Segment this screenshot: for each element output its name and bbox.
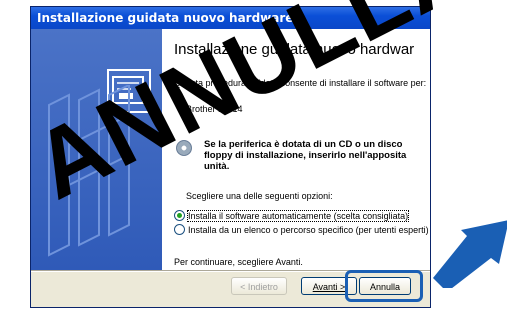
wizard-side-panel <box>31 29 162 270</box>
cd-prompt-text: Se la periferica è dotata di un CD o un … <box>204 139 407 172</box>
choose-option-text: Scegliere una delle seguenti opzioni: <box>186 191 333 201</box>
intro-text: Questa procedura guidata consente di ins… <box>174 78 427 88</box>
back-button[interactable]: < Indietro <box>231 277 287 295</box>
option-manual-label: Installa da un elenco o percorso specifi… <box>188 225 429 235</box>
device-name: Brother HL-14 <box>186 104 243 114</box>
page-title: Installazione guidata nuovo hardwar <box>174 41 415 58</box>
pointer-arrow-icon <box>433 220 507 288</box>
option-install-from-list[interactable]: Installa da un elenco o percorso specifi… <box>174 224 429 236</box>
decorative-circuit-graphic <box>48 85 130 257</box>
wizard-content: Installazione guidata nuovo hardwar Ques… <box>162 29 430 270</box>
cd-icon <box>176 140 192 156</box>
cancel-highlight-box <box>345 270 423 302</box>
radio-icon-selected[interactable] <box>174 210 185 222</box>
next-button-label: Avanti > <box>312 282 346 292</box>
footer-text: Per continuare, scegliere Avanti. <box>174 257 303 267</box>
option-install-automatically[interactable]: Installa il software automaticamente (sc… <box>174 210 410 222</box>
option-auto-label: Installa il software automaticamente (sc… <box>186 210 410 222</box>
radio-icon[interactable] <box>174 224 185 236</box>
window-title: Installazione guidata nuovo hardware. <box>31 7 430 29</box>
wizard-window: Installazione guidata nuovo hardware. In… <box>30 6 431 308</box>
